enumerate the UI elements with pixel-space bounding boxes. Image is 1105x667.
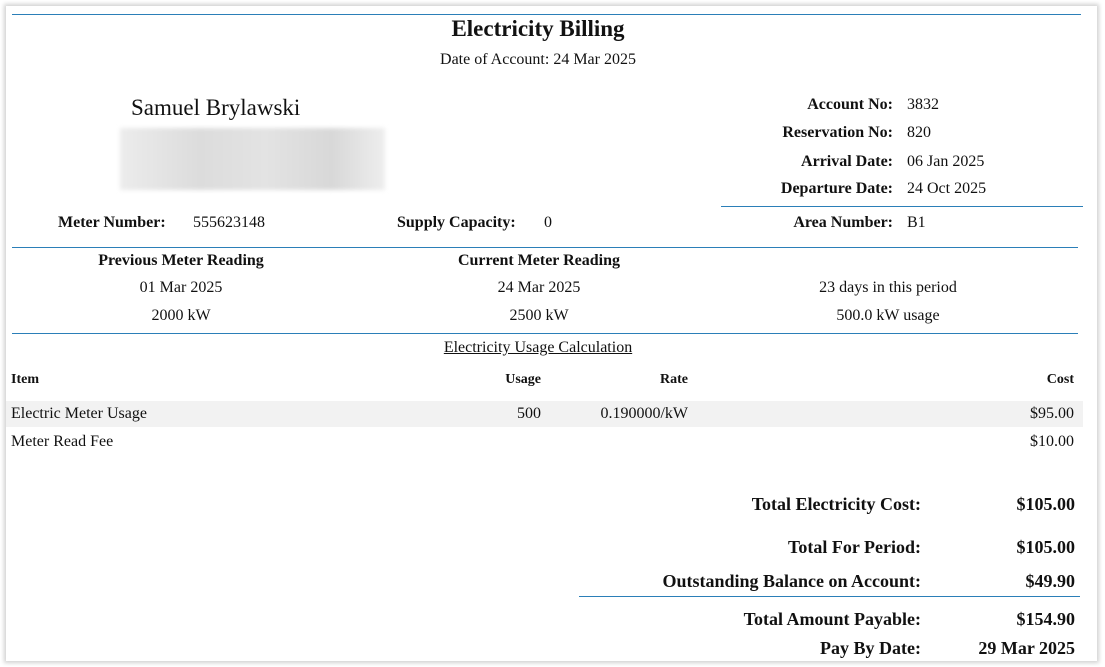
- row-2-item: Meter Read Fee: [11, 433, 114, 450]
- meter-rule: [12, 247, 1078, 248]
- period-days: 23 days in this period: [819, 279, 957, 296]
- departure-date-value: 24 Oct 2025: [907, 180, 987, 197]
- area-number-label: Area Number:: [793, 214, 893, 231]
- redacted-address: [120, 128, 385, 190]
- row-1-item: Electric Meter Usage: [11, 405, 147, 422]
- totals-rule: [579, 596, 1080, 597]
- arrival-date-value: 06 Jan 2025: [907, 153, 985, 170]
- bill-sheet: Electricity Billing Date of Account: 24 …: [6, 6, 1097, 661]
- column-cost: Cost: [1046, 372, 1074, 387]
- total-for-period-label: Total For Period:: [788, 537, 921, 557]
- outstanding-balance-value: $49.90: [1025, 571, 1076, 591]
- top-rule: [12, 14, 1081, 15]
- row-1-rate: 0.190000/kW: [600, 405, 688, 422]
- period-usage: 500.0 kW usage: [836, 307, 940, 324]
- reservation-no-value: 820: [907, 124, 931, 141]
- arrival-date-label: Arrival Date:: [801, 153, 893, 170]
- total-payable-label: Total Amount Payable:: [743, 609, 921, 629]
- pay-by-value: 29 Mar 2025: [978, 638, 1075, 658]
- supply-capacity-value: 0: [544, 214, 552, 231]
- bill-title: Electricity Billing: [451, 16, 625, 41]
- previous-reading-date: 01 Mar 2025: [139, 279, 223, 296]
- total-for-period-value: $105.00: [1016, 537, 1076, 557]
- account-no-label: Account No:: [807, 96, 893, 113]
- column-rate: Rate: [660, 372, 688, 387]
- pay-by-label: Pay By Date:: [820, 638, 921, 658]
- row-2-cost: $10.00: [1030, 433, 1074, 450]
- area-number-value: B1: [907, 214, 926, 231]
- current-reading-date: 24 Mar 2025: [497, 279, 581, 296]
- account-date-value: 24 Mar 2025: [553, 51, 636, 68]
- current-reading-value: 2500 kW: [509, 307, 569, 324]
- row-1-cost: $95.00: [1030, 405, 1074, 422]
- table-row-shade: [6, 401, 1083, 427]
- row-1-usage: 500: [517, 405, 541, 422]
- account-rule: [721, 206, 1083, 207]
- departure-date-label: Departure Date:: [780, 180, 893, 197]
- readings-rule: [12, 333, 1078, 334]
- account-no-value: 3832: [907, 96, 939, 113]
- meter-number-value: 555623148: [193, 214, 265, 231]
- reservation-no-label: Reservation No:: [782, 124, 893, 141]
- calculation-title: Electricity Usage Calculation: [443, 339, 633, 356]
- previous-reading-heading: Previous Meter Reading: [98, 252, 264, 269]
- previous-reading-value: 2000 kW: [151, 307, 211, 324]
- outstanding-balance-label: Outstanding Balance on Account:: [662, 571, 921, 591]
- account-date: Date of Account: 24 Mar 2025: [6, 51, 1070, 69]
- total-electricity-cost-value: $105.00: [1016, 494, 1076, 514]
- account-date-label: Date of Account:: [440, 51, 550, 68]
- total-payable-value: $154.90: [1016, 609, 1076, 629]
- total-electricity-cost-label: Total Electricity Cost:: [751, 494, 921, 514]
- column-usage: Usage: [505, 372, 541, 387]
- supply-capacity-label: Supply Capacity:: [397, 214, 516, 231]
- column-item: Item: [11, 372, 39, 387]
- customer-name: Samuel Brylawski: [131, 95, 301, 120]
- current-reading-heading: Current Meter Reading: [457, 252, 621, 269]
- meter-number-label: Meter Number:: [58, 214, 166, 231]
